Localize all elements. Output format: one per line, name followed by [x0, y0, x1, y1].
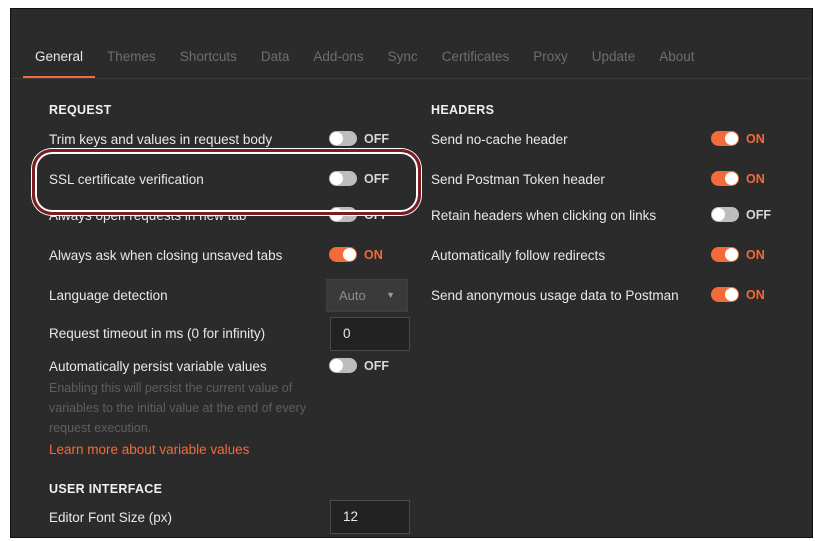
font-size-input[interactable]: 12 [330, 500, 410, 534]
tab-general[interactable]: General [23, 47, 96, 79]
anonymous-data-row: Send anonymous usage data to Postman [431, 288, 679, 303]
toggle-state: OFF [364, 207, 389, 222]
toggle-track [711, 131, 739, 146]
postman-token-label: Send Postman Token header [431, 172, 605, 187]
postman-token-row: Send Postman Token header [431, 172, 605, 187]
tabs-divider [11, 78, 812, 79]
anonymous-data-toggle[interactable]: ON [711, 287, 765, 302]
toggle-state: ON [746, 287, 765, 302]
font-size-row: Editor Font Size (px) [49, 510, 172, 525]
retain-headers-toggle[interactable]: OFF [711, 207, 771, 222]
headers-section-title: HEADERS [431, 103, 495, 117]
ssl-verification-row: SSL certificate verification [49, 172, 204, 187]
new-tab-label: Always open requests in new tab [49, 208, 247, 223]
toggle-track [711, 171, 739, 186]
follow-redirects-label: Automatically follow redirects [431, 248, 606, 263]
persist-row: Automatically persist variable values [49, 359, 267, 374]
ask-close-row: Always ask when closing unsaved tabs [49, 248, 282, 263]
no-cache-row: Send no-cache header [431, 132, 568, 147]
tab-proxy[interactable]: Proxy [521, 47, 580, 76]
toggle-state: ON [364, 247, 383, 262]
tab-themes[interactable]: Themes [95, 47, 168, 76]
toggle-track [711, 287, 739, 302]
retain-headers-row: Retain headers when clicking on links [431, 208, 656, 223]
toggle-state: OFF [364, 358, 389, 373]
user-interface-section-title: USER INTERFACE [49, 482, 163, 496]
tab-update[interactable]: Update [580, 47, 648, 76]
toggle-track [711, 247, 739, 262]
timeout-label: Request timeout in ms (0 for infinity) [49, 326, 266, 341]
no-cache-label: Send no-cache header [431, 132, 568, 147]
persist-helper-text: Enabling this will persist the current v… [49, 381, 307, 435]
toggle-state: OFF [364, 131, 389, 146]
tab-data[interactable]: Data [249, 47, 302, 76]
toggle-track [329, 247, 357, 262]
learn-more-link[interactable]: Learn more about variable values [49, 442, 249, 457]
toggle-state: ON [746, 247, 765, 262]
request-section-title: REQUEST [49, 103, 112, 117]
tab-certificates[interactable]: Certificates [430, 47, 522, 76]
chevron-down-icon: ▼ [386, 290, 395, 300]
language-value: Auto [339, 288, 366, 303]
ask-close-label: Always ask when closing unsaved tabs [49, 248, 283, 263]
settings-tabs: General Themes Shortcuts Data Add-ons Sy… [23, 47, 812, 81]
anonymous-data-label: Send anonymous usage data to Postman [431, 288, 679, 303]
toggle-state: OFF [746, 207, 771, 222]
persist-toggle[interactable]: OFF [329, 358, 389, 373]
settings-window: General Themes Shortcuts Data Add-ons Sy… [10, 8, 813, 538]
new-tab-row: Always open requests in new tab [49, 208, 246, 223]
follow-redirects-toggle[interactable]: ON [711, 247, 765, 262]
ask-close-toggle[interactable]: ON [329, 247, 383, 262]
new-tab-toggle[interactable]: OFF [329, 207, 389, 222]
toggle-state: OFF [364, 171, 389, 186]
tab-add-ons[interactable]: Add-ons [301, 47, 375, 76]
tab-sync[interactable]: Sync [376, 47, 430, 76]
timeout-input[interactable]: 0 [330, 317, 410, 351]
trim-keys-label: Trim keys and values in request body [49, 132, 273, 147]
language-row: Language detection [49, 288, 168, 303]
language-select[interactable]: Auto ▼ [326, 279, 408, 312]
tab-shortcuts[interactable]: Shortcuts [168, 47, 249, 76]
trim-keys-toggle[interactable]: OFF [329, 131, 389, 146]
font-size-label: Editor Font Size (px) [49, 510, 173, 525]
language-label: Language detection [49, 288, 168, 303]
retain-headers-label: Retain headers when clicking on links [431, 208, 657, 223]
ssl-verification-toggle[interactable]: OFF [329, 171, 389, 186]
toggle-track [329, 131, 357, 146]
ssl-verification-label: SSL certificate verification [49, 172, 204, 187]
tab-about[interactable]: About [647, 47, 706, 76]
no-cache-toggle[interactable]: ON [711, 131, 765, 146]
toggle-track [329, 171, 357, 186]
toggle-track [329, 207, 357, 222]
timeout-row: Request timeout in ms (0 for infinity) [49, 326, 265, 341]
toggle-state: ON [746, 171, 765, 186]
trim-keys-row: Trim keys and values in request body [49, 132, 272, 147]
toggle-track [329, 358, 357, 373]
persist-label: Automatically persist variable values [49, 359, 267, 374]
follow-redirects-row: Automatically follow redirects [431, 248, 605, 263]
toggle-state: ON [746, 131, 765, 146]
postman-token-toggle[interactable]: ON [711, 171, 765, 186]
toggle-track [711, 207, 739, 222]
